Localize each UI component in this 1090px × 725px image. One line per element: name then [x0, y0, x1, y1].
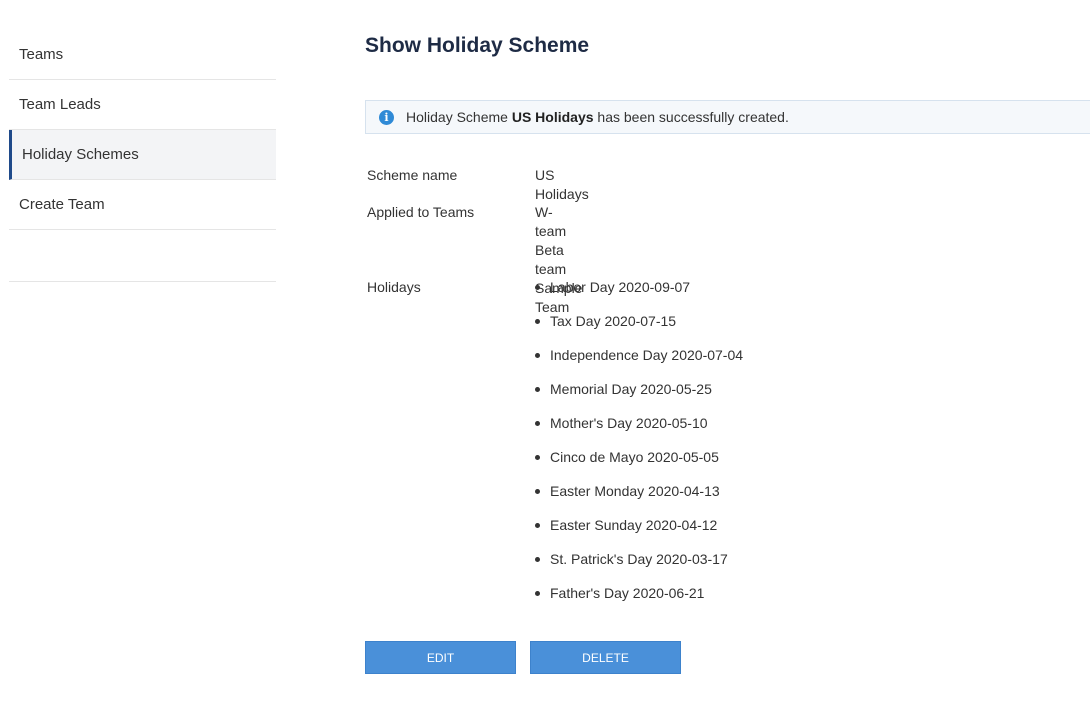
holiday-item: Memorial Day 2020-05-25: [535, 380, 743, 414]
delete-button[interactable]: DELETE: [530, 641, 681, 674]
edit-button[interactable]: EDIT: [365, 641, 516, 674]
scheme-name-row: Scheme name US Holidays: [367, 166, 589, 204]
holiday-item: Easter Monday 2020-04-13: [535, 482, 743, 516]
banner-suffix: has been successfully created.: [597, 109, 789, 125]
sidebar-item-teams[interactable]: Teams: [9, 30, 276, 80]
holiday-item: St. Patrick's Day 2020-03-17: [535, 550, 743, 584]
banner-prefix: Holiday Scheme: [406, 109, 508, 125]
banner-scheme-name: US Holidays: [511, 109, 594, 125]
scheme-name-value: US Holidays: [535, 167, 589, 202]
sidebar-item-create-team[interactable]: Create Team: [9, 180, 276, 230]
holiday-item: Tax Day 2020-07-15: [535, 312, 743, 346]
holidays-row: Holidays Labor Day 2020-09-07 Tax Day 20…: [367, 278, 743, 618]
info-icon: i: [379, 109, 394, 125]
page-title: Show Holiday Scheme: [365, 34, 590, 57]
sidebar-divider: [9, 230, 276, 282]
holidays-label: Holidays: [367, 279, 421, 295]
holiday-item: Independence Day 2020-07-04: [535, 346, 743, 380]
sidebar-item-holiday-schemes[interactable]: Holiday Schemes: [9, 130, 276, 180]
team-item: W-team: [535, 204, 567, 239]
holiday-item: Easter Sunday 2020-04-12: [535, 516, 743, 550]
holiday-item: Cinco de Mayo 2020-05-05: [535, 448, 743, 482]
sidebar-nav: Teams Team Leads Holiday Schemes Create …: [9, 30, 276, 282]
scheme-name-label: Scheme name: [367, 167, 458, 183]
holiday-item: Father's Day 2020-06-21: [535, 584, 743, 618]
holidays-list: Labor Day 2020-09-07 Tax Day 2020-07-15 …: [535, 278, 743, 618]
team-item: Beta team: [535, 242, 567, 277]
holiday-item: Labor Day 2020-09-07: [535, 278, 743, 312]
sidebar-item-team-leads[interactable]: Team Leads: [9, 80, 276, 130]
holiday-item: Mother's Day 2020-05-10: [535, 414, 743, 448]
success-banner: i Holiday Scheme US Holidays has been su…: [365, 100, 1090, 134]
